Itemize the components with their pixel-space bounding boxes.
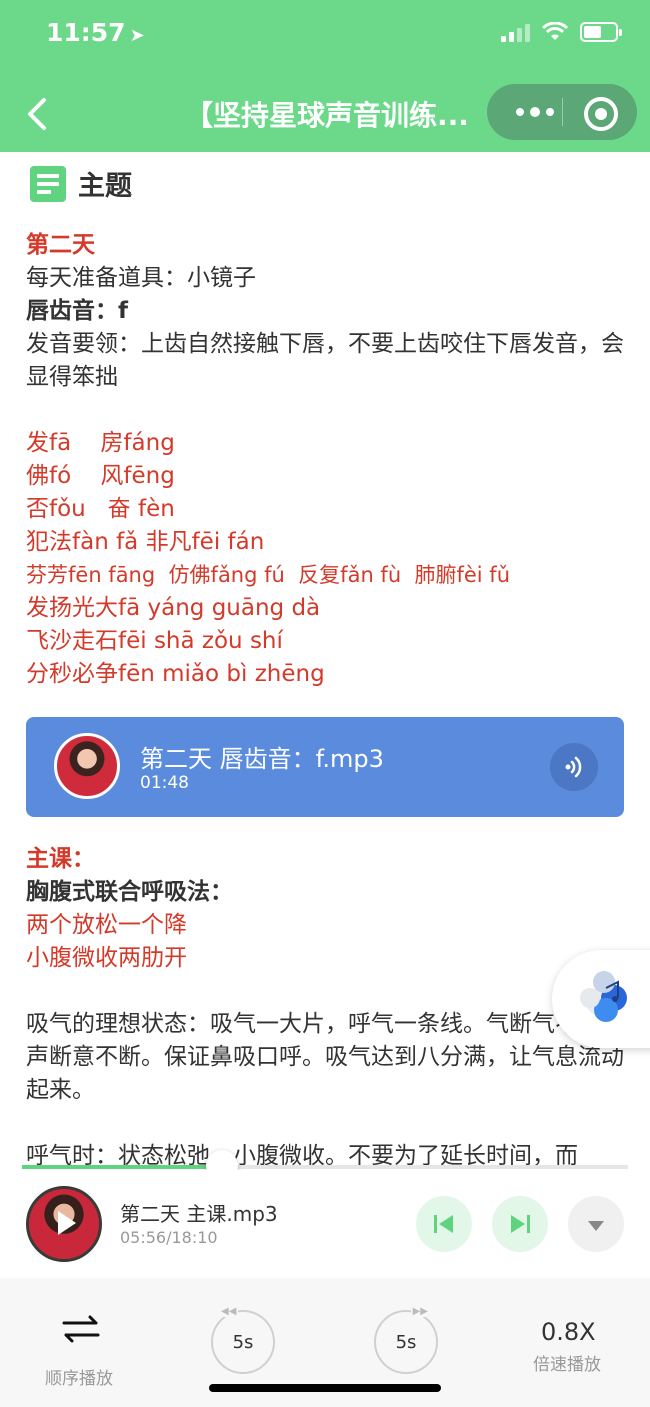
sound-title: 唇齿音：f [26, 298, 129, 324]
rewind-icon: ◀◀ [219, 1306, 239, 1317]
wifi-icon [542, 22, 568, 40]
speed-label[interactable]: 倍速播放 [533, 1350, 601, 1375]
topic-label: 主题 [78, 171, 132, 202]
mnemonic-line: 小腹微收两肋开 [26, 945, 187, 971]
topic-heading: 主题 [30, 164, 132, 203]
article-body-2: 主课： 胸腹式联合呼吸法： 两个放松一个降 小腹微收两肋开 吸气的理想状态：吸气… [26, 843, 626, 1173]
day-heading: 第二天 [26, 232, 95, 258]
order-play-label[interactable]: 顺序播放 [45, 1364, 113, 1389]
floating-assistant-button[interactable] [552, 950, 650, 1048]
cellular-signal-icon [501, 22, 530, 42]
tips-text: 发音要领：上齿自然接触下唇，不要上齿咬住下唇发音，会显得笨拙 [26, 331, 624, 390]
props-text: 每天准备道具：小镜子 [26, 265, 256, 291]
header-bar: 11:57 ➤ 【坚持星球声音训练... [0, 0, 650, 152]
word-line: 芬芳fēn fāng 仿佛fǎng fú 反复fǎn fù 肺腑fèi fǔ [26, 563, 511, 587]
word-line: 发fā 房fáng [26, 430, 175, 456]
speed-value[interactable]: 0.8X [541, 1318, 596, 1346]
rewind-5s-button[interactable]: ◀◀ 5s [211, 1306, 275, 1374]
breath-paragraph: 吸气的理想状态：吸气一大片，呼气一条线。气断气不断，声断意不断。保证鼻吸口呼。吸… [26, 1011, 624, 1103]
forward-5s-button[interactable]: ▶▶ 5s [374, 1306, 438, 1374]
article-body: 第二天 每天准备道具：小镜子 唇齿音：f 发音要领：上齿自然接触下唇，不要上齿咬… [26, 229, 626, 691]
track-name: 第二天 主课.mp3 [120, 1202, 278, 1226]
rewind-label: 5s [232, 1332, 254, 1353]
more-icon[interactable] [509, 100, 561, 124]
previous-track-button[interactable] [416, 1196, 472, 1252]
status-time: 11:57 ➤ [46, 18, 145, 47]
mini-player: 第二天 主课.mp3 05:56/18:10 [0, 1170, 650, 1278]
next-track-button[interactable] [492, 1196, 548, 1252]
word-line: 分秒必争fēn miǎo bì zhēng [26, 661, 325, 687]
battery-icon [580, 22, 622, 42]
audio-duration: 01:48 [140, 773, 189, 793]
main-lesson-heading: 主课： [26, 846, 95, 872]
collapse-chevron-icon[interactable] [568, 1196, 624, 1252]
audio-cover-avatar [54, 733, 120, 799]
word-line: 飞沙走石fēi shā zǒu shí [26, 628, 283, 654]
play-icon [58, 1211, 76, 1235]
status-icons [501, 22, 622, 42]
word-line: 发扬光大fā yáng guāng dà [26, 595, 321, 621]
back-arrow-icon[interactable] [24, 96, 50, 132]
page-title: 【坚持星球声音训练... [185, 99, 469, 132]
word-line: 犯法fàn fǎ 非凡fēi fán [26, 529, 265, 555]
assistant-logo-icon [580, 971, 627, 1022]
playback-progress[interactable] [22, 1150, 628, 1182]
track-cover[interactable] [26, 1186, 102, 1262]
audio-title: 第二天 唇齿音：f.mp3 [140, 745, 384, 773]
miniprogram-capsule [487, 84, 637, 140]
location-arrow-icon: ➤ [129, 25, 145, 46]
word-line: 佛fó 风fēng [26, 463, 175, 489]
forward-icon: ▶▶ [410, 1306, 430, 1317]
method-title: 胸腹式联合呼吸法： [26, 879, 233, 905]
audio-card[interactable]: 第二天 唇齿音：f.mp3 01:48 [26, 717, 624, 817]
close-target-icon[interactable] [584, 97, 618, 131]
sound-wave-icon[interactable] [550, 743, 598, 791]
mnemonic-line: 两个放松一个降 [26, 912, 187, 938]
document-icon [30, 165, 66, 202]
track-time: 05:56/18:10 [120, 1228, 218, 1247]
word-line: 否fǒu 奋 fèn [26, 496, 175, 522]
sequential-play-icon[interactable] [62, 1314, 100, 1344]
home-indicator [209, 1384, 441, 1392]
capsule-divider [562, 98, 563, 126]
forward-label: 5s [395, 1332, 417, 1353]
progress-fill [22, 1165, 222, 1169]
